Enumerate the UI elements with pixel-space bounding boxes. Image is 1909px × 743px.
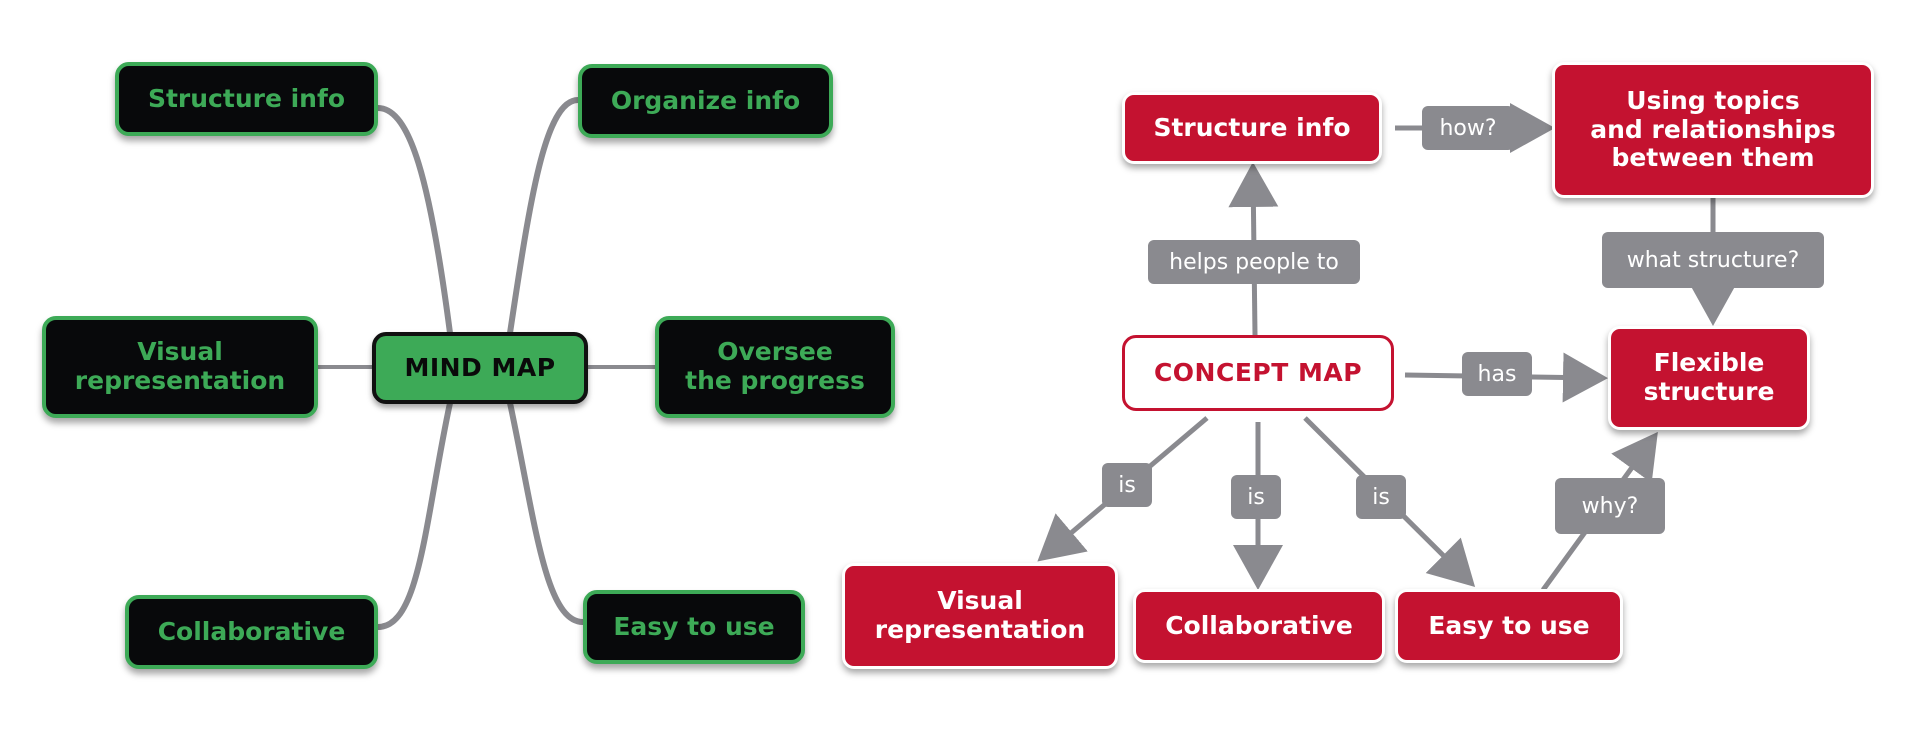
mind-map-topic-structure-info[interactable]: Structure info bbox=[115, 62, 378, 136]
link-label-why: why? bbox=[1555, 478, 1665, 534]
link-label-is-easy: is bbox=[1356, 475, 1406, 519]
mm-branch-organize-info bbox=[507, 97, 579, 334]
link-label-how: how? bbox=[1422, 106, 1514, 150]
mind-map-topic-visual-representation[interactable]: Visual representation bbox=[42, 316, 318, 418]
link-label-is-collaborative: is bbox=[1231, 475, 1281, 519]
concept-map-central-node[interactable]: CONCEPT MAP bbox=[1122, 335, 1394, 411]
concept-map-node-easy-to-use[interactable]: Easy to use bbox=[1395, 589, 1623, 663]
concept-map-node-collaborative[interactable]: Collaborative bbox=[1133, 589, 1385, 663]
mm-branch-structure-info bbox=[377, 105, 453, 334]
link-label-is-visual: is bbox=[1102, 463, 1152, 507]
link-label-helps-people-to: helps people to bbox=[1148, 240, 1360, 284]
mm-branch-collaborative bbox=[377, 402, 453, 630]
concept-map-node-using-topics[interactable]: Using topics and relationships between t… bbox=[1552, 62, 1874, 198]
concept-map-node-flexible-structure[interactable]: Flexible structure bbox=[1608, 326, 1810, 430]
link-label-has: has bbox=[1462, 352, 1532, 396]
link-label-what-structure: what structure? bbox=[1602, 232, 1824, 288]
concept-map-node-visual-representation[interactable]: Visual representation bbox=[842, 563, 1118, 669]
mind-map-topic-easy-to-use[interactable]: Easy to use bbox=[583, 590, 805, 664]
mind-map-topic-organize-info[interactable]: Organize info bbox=[578, 64, 833, 138]
mind-map-topic-collaborative[interactable]: Collaborative bbox=[125, 595, 378, 669]
mind-map-topic-oversee-progress[interactable]: Oversee the progress bbox=[655, 316, 895, 418]
concept-map-node-structure-info[interactable]: Structure info bbox=[1122, 92, 1382, 164]
mm-branch-easy bbox=[507, 402, 584, 625]
mind-map-central-node[interactable]: MIND MAP bbox=[372, 332, 588, 404]
